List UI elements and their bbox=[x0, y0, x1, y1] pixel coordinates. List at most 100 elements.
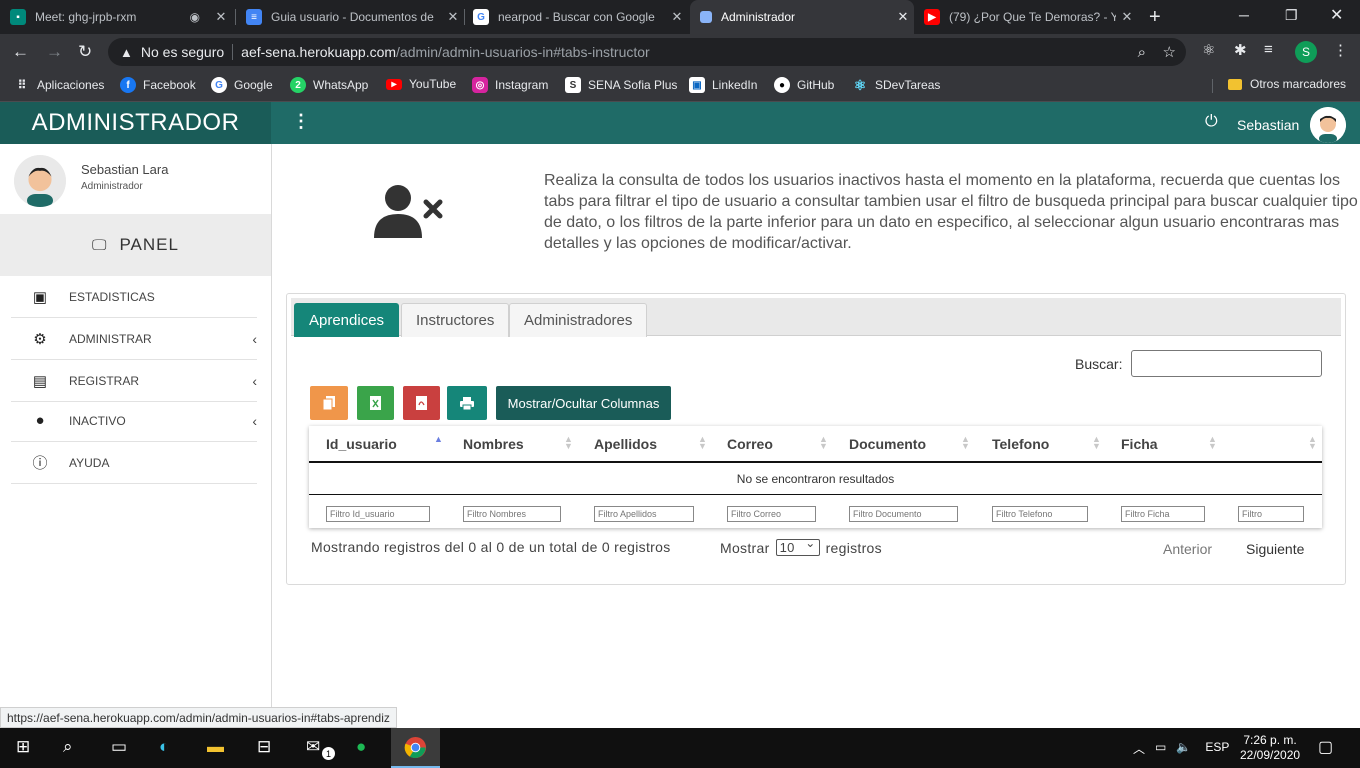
filter-correo-input[interactable] bbox=[727, 506, 816, 522]
bookmark-youtube[interactable]: ▸ YouTube bbox=[386, 77, 456, 91]
filter-ficha-input[interactable] bbox=[1121, 506, 1205, 522]
media-icon[interactable]: ≡ bbox=[1264, 41, 1273, 58]
sort-icon: ▲ ▼ bbox=[698, 434, 707, 451]
browser-tab-title: Guia usuario - Documentos de bbox=[271, 10, 434, 24]
minimize-icon[interactable]: ─ bbox=[1239, 7, 1249, 23]
close-icon[interactable]: ✕ bbox=[1116, 9, 1138, 25]
filter-apellidos-input[interactable] bbox=[594, 506, 694, 522]
column-header-nombres[interactable]: Nombres bbox=[463, 436, 524, 452]
new-tab-icon[interactable]: + bbox=[1149, 6, 1161, 29]
mail-icon[interactable]: ✉ 1 bbox=[306, 737, 335, 760]
sidebar-item-estadisticas[interactable]: ▣ ESTADISTICAS bbox=[11, 276, 257, 318]
browser-tab-docs[interactable]: ≡ Guia usuario - Documentos de ✕ bbox=[246, 0, 464, 34]
react-icon: ⚛ bbox=[853, 76, 867, 93]
sidebar-item-inactivo[interactable]: ● INACTIVO ‹ bbox=[11, 400, 257, 442]
star-icon[interactable]: ☆ bbox=[1163, 43, 1176, 61]
bookmark-other[interactable]: Otros marcadores bbox=[1228, 77, 1346, 91]
column-header-apellidos[interactable]: Apellidos bbox=[594, 436, 657, 452]
column-header-correo[interactable]: Correo bbox=[727, 436, 773, 452]
task-view-icon[interactable]: ▭ bbox=[111, 737, 127, 757]
filter-telefono-input[interactable] bbox=[992, 506, 1088, 522]
bookmark-facebook[interactable]: f Facebook bbox=[120, 77, 196, 93]
zoom-search-icon[interactable]: ⌕ bbox=[1138, 44, 1146, 61]
tab-instructores[interactable]: Instructores bbox=[401, 303, 510, 337]
pdf-button[interactable] bbox=[403, 386, 440, 420]
bookmark-aplicaciones[interactable]: ⠿ Aplicaciones bbox=[14, 77, 105, 93]
column-header-telefono[interactable]: Telefono bbox=[992, 436, 1049, 452]
filter-id-input[interactable] bbox=[326, 506, 430, 522]
bookmark-whatsapp[interactable]: 2 WhatsApp bbox=[290, 77, 368, 93]
browser-tab-meet[interactable]: ▪ Meet: ghg-jrpb-rxm ◉ ✕ bbox=[10, 0, 232, 34]
network-icon[interactable]: ▭ bbox=[1155, 740, 1166, 757]
browser-tab-administrador[interactable]: Administrador ✕ bbox=[690, 0, 914, 34]
volume-icon[interactable]: 🔈 bbox=[1176, 740, 1191, 757]
search-input[interactable] bbox=[1131, 350, 1322, 377]
extensions-icon[interactable]: ✱ bbox=[1234, 41, 1247, 59]
reload-icon[interactable]: ↻ bbox=[78, 42, 92, 62]
sidebar-item-ayuda[interactable]: ⓘ AYUDA bbox=[11, 442, 257, 484]
browser-tab-google[interactable]: G nearpod - Buscar con Google ✕ bbox=[473, 0, 688, 34]
sidebar-item-administrar[interactable]: ⚙ ADMINISTRAR ‹ bbox=[11, 318, 257, 360]
spotify-icon[interactable]: ● bbox=[356, 737, 366, 757]
address-bar[interactable]: ▲ No es seguro aef-sena.herokuapp.com/ad… bbox=[108, 38, 1186, 66]
monitor-icon: 🖵 bbox=[92, 236, 108, 254]
chevron-up-icon[interactable]: ︿ bbox=[1133, 740, 1145, 757]
clock[interactable]: 7:26 p. m. 22/09/2020 bbox=[1240, 733, 1300, 763]
react-extension-icon[interactable]: ⚛ bbox=[1202, 41, 1215, 59]
menu-toggle-icon[interactable]: ⋮ bbox=[292, 111, 310, 132]
user-type-tabs: Aprendices Instructores Administradores bbox=[291, 298, 1341, 337]
toggle-columns-button[interactable]: Mostrar/Ocultar Columnas bbox=[496, 386, 671, 420]
bookmark-sena[interactable]: S SENA Sofia Plus bbox=[565, 77, 677, 93]
column-header-id[interactable]: Id_usuario bbox=[326, 436, 397, 452]
bookmark-github[interactable]: ● GitHub bbox=[774, 77, 834, 93]
bookmark-instagram[interactable]: ◎ Instagram bbox=[472, 77, 548, 93]
chrome-taskbar-button[interactable] bbox=[391, 728, 440, 768]
previous-page-link[interactable]: Anterior bbox=[1163, 541, 1212, 557]
print-button[interactable] bbox=[447, 386, 487, 420]
filter-extra-input[interactable] bbox=[1238, 506, 1304, 522]
apps-grid-icon: ⠿ bbox=[17, 78, 27, 92]
column-header-ficha[interactable]: Ficha bbox=[1121, 436, 1158, 452]
next-page-link[interactable]: Siguiente bbox=[1246, 541, 1304, 557]
filter-nombres-input[interactable] bbox=[463, 506, 561, 522]
copy-icon bbox=[323, 396, 335, 410]
close-icon[interactable]: ✕ bbox=[442, 9, 464, 25]
chart-book-icon: ▣ bbox=[32, 288, 48, 306]
bookmark-google[interactable]: G Google bbox=[211, 77, 273, 93]
power-icon[interactable]: ⏻ bbox=[1205, 113, 1218, 131]
excel-icon bbox=[370, 396, 381, 410]
panel-header[interactable]: 🖵 PANEL bbox=[0, 214, 271, 276]
page-size-select[interactable]: 10 bbox=[775, 536, 820, 556]
notifications-icon[interactable]: ▢ bbox=[1318, 737, 1333, 757]
browser-menu-icon[interactable]: ⋮ bbox=[1333, 41, 1348, 59]
column-header-documento[interactable]: Documento bbox=[849, 436, 926, 452]
file-explorer-icon[interactable]: ▬ bbox=[207, 737, 224, 757]
excel-button[interactable] bbox=[357, 386, 394, 420]
copy-button[interactable] bbox=[310, 386, 348, 420]
bookmark-linkedin[interactable]: ▣ LinkedIn bbox=[689, 77, 757, 93]
windows-start-icon[interactable]: ⊞ bbox=[16, 737, 30, 757]
close-icon[interactable]: ✕ bbox=[666, 9, 688, 25]
sort-asc-icon: ▲ bbox=[434, 434, 443, 444]
browser-tab-youtube[interactable]: ▶ (79) ¿Por Que Te Demoras? - Y ✕ bbox=[924, 0, 1138, 34]
language-indicator[interactable]: ESP bbox=[1205, 740, 1229, 757]
sidebar-item-registrar[interactable]: ▤ REGISTRAR ‹ bbox=[11, 360, 257, 402]
brand-title[interactable]: ADMINISTRADOR bbox=[0, 102, 271, 144]
back-icon[interactable]: ← bbox=[12, 42, 29, 62]
close-icon[interactable]: ✕ bbox=[892, 9, 914, 25]
bookmark-sdevtareas[interactable]: ⚛ SDevTareas bbox=[852, 76, 941, 93]
header-user-name[interactable]: Sebastian bbox=[1237, 117, 1299, 133]
app-header: ADMINISTRADOR ⋮ ⏻ Sebastian bbox=[0, 102, 1360, 144]
restore-icon[interactable]: ❐ bbox=[1285, 7, 1298, 24]
filter-documento-input[interactable] bbox=[849, 506, 958, 522]
tab-administradores[interactable]: Administradores bbox=[509, 303, 648, 337]
forward-icon[interactable]: → bbox=[46, 42, 63, 62]
tab-aprendices[interactable]: Aprendices bbox=[294, 303, 400, 337]
store-icon[interactable]: ⊟ bbox=[257, 737, 271, 757]
search-icon[interactable]: ⌕ bbox=[63, 737, 73, 757]
edge-icon[interactable]: ◐ bbox=[159, 737, 169, 757]
profile-avatar[interactable]: S bbox=[1295, 41, 1317, 63]
avatar[interactable] bbox=[1310, 107, 1346, 143]
window-close-icon[interactable]: ✕ bbox=[1330, 5, 1343, 25]
close-icon[interactable]: ✕ bbox=[210, 9, 232, 25]
